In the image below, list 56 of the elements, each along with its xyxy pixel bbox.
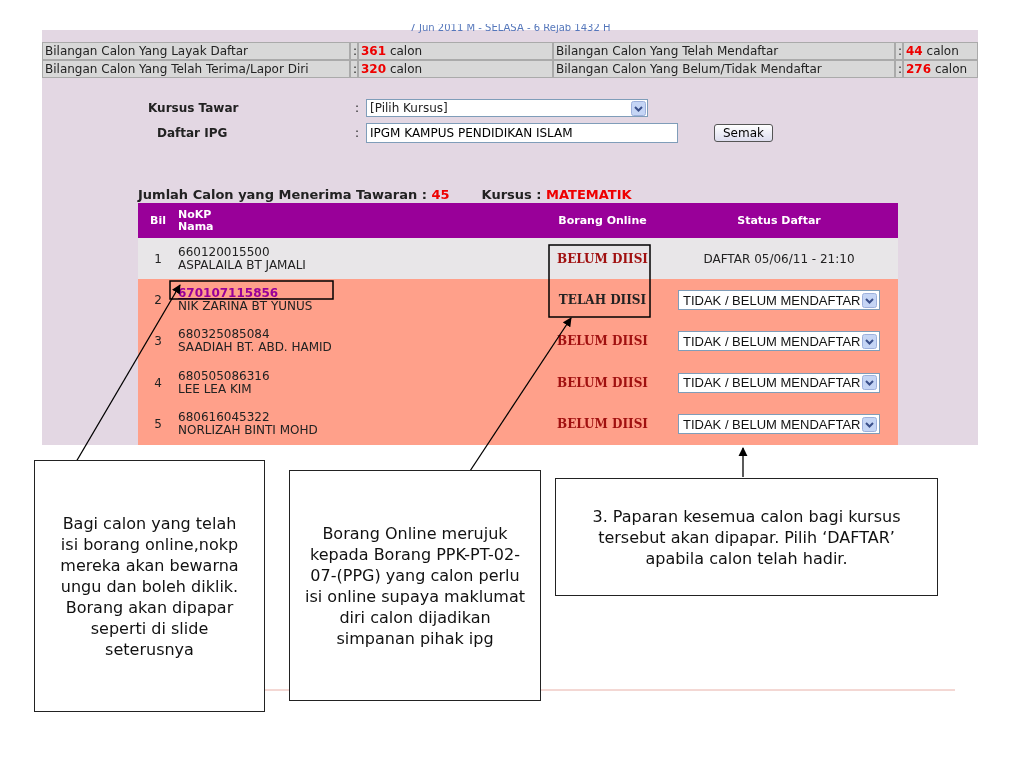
- status-dropdown[interactable]: TIDAK / BELUM MENDAFTAR: [678, 414, 880, 435]
- table-cell: NIK ZARINA BT YUNUS: [178, 300, 313, 314]
- table-cell: 3: [154, 334, 162, 349]
- colon: :: [895, 42, 903, 60]
- column-header: Status Daftar: [660, 203, 898, 238]
- column-header: Nama: [178, 220, 214, 233]
- colon: :: [355, 101, 361, 115]
- stat-value: 320 calon: [358, 60, 553, 78]
- table-cell: 4: [154, 375, 162, 390]
- colon: :: [350, 42, 358, 60]
- form-status: BELUM DIISI: [557, 417, 648, 432]
- colon: :: [350, 60, 358, 78]
- field-label: Daftar IPG: [156, 126, 229, 140]
- status-dropdown[interactable]: TIDAK / BELUM MENDAFTAR: [678, 372, 880, 393]
- callout-text: Borang Online merujuk kepada Borang PPK-PT-02-07-(PPG) yang calon perlu isi online supaya maklumat diri calon dijadikan simpanan pihak ipg: [289, 470, 541, 701]
- stat-label: Bilangan Calon Yang Telah Mendaftar: [553, 42, 895, 60]
- table-cell-text: 680325085084: [178, 328, 271, 342]
- colon: :: [895, 60, 903, 78]
- table-cell-text: 680616045322: [178, 411, 271, 425]
- stat-label: Bilangan Calon Yang Telah Terima/Lapor Diri: [42, 60, 350, 78]
- colon: :: [355, 126, 361, 140]
- stat-value: 361 calon: [358, 42, 553, 60]
- course-dropdown[interactable]: [Pilih Kursus]: [366, 99, 648, 117]
- form-status: TELAH DIISI: [558, 293, 647, 308]
- column-header: Borang Online: [545, 203, 660, 238]
- table-cell: ASPALAILA BT JAMALI: [178, 258, 306, 272]
- stat-label: Bilangan Calon Yang Layak Daftar: [42, 42, 350, 60]
- field-label: Kursus Tawar: [148, 101, 240, 115]
- course-text: Kursus : MATEMATIK: [481, 187, 632, 203]
- check-button[interactable]: Semak: [714, 124, 773, 142]
- table-cell: SAADIAH BT. ABD. HAMID: [178, 341, 332, 355]
- callout-text: 3. Paparan kesemua calon bagi kursus tersebut akan dipapar. Pilih ‘DAFTAR’ apabila calon telah hadir.: [555, 478, 938, 596]
- table-cell-text: 660120015500: [178, 245, 271, 259]
- table-cell: 1: [154, 251, 162, 266]
- stat-value: 276 calon: [903, 60, 978, 78]
- table-cell: DAFTAR 05/06/11 - 21:10: [703, 251, 855, 266]
- stat-value: 44 calon: [903, 42, 978, 60]
- table-cell: NORLIZAH BINTI MOHD: [178, 424, 318, 438]
- status-dropdown[interactable]: TIDAK / BELUM MENDAFTAR: [678, 290, 880, 311]
- column-header: Bil: [138, 203, 178, 238]
- form-status: BELUM DIISI: [557, 334, 648, 349]
- date-line: 7 Jun 2011 M - SELASA - 6 Rejab 1432 H: [409, 24, 611, 32]
- status-dropdown[interactable]: TIDAK / BELUM MENDAFTAR: [678, 331, 880, 352]
- form-status: BELUM DIISI: [557, 375, 648, 390]
- accepted-count-text: Jumlah Calon yang Menerima Tawaran : 45: [138, 187, 450, 203]
- nokp-link[interactable]: 670107115856: [178, 287, 313, 301]
- column-header: NoKP: [178, 208, 213, 221]
- table-cell: 5: [154, 417, 162, 432]
- callout-text: Bagi calon yang telah isi borang online,nokp mereka akan bewarna ungu dan boleh diklik. Borang akan dipapar seperti di slide seterusnya: [34, 460, 265, 712]
- form-status: BELUM DIISI: [557, 251, 648, 266]
- stat-label: Bilangan Calon Yang Belum/Tidak Mendaftar: [553, 60, 895, 78]
- table-cell: 2: [154, 293, 162, 308]
- ipg-field[interactable]: IPGM KAMPUS PENDIDIKAN ISLAM: [366, 123, 678, 143]
- table-cell: 680505086316: [178, 369, 270, 383]
- table-cell-text: LEE LEA KIM: [178, 382, 253, 396]
- arrow: [738, 447, 748, 478]
